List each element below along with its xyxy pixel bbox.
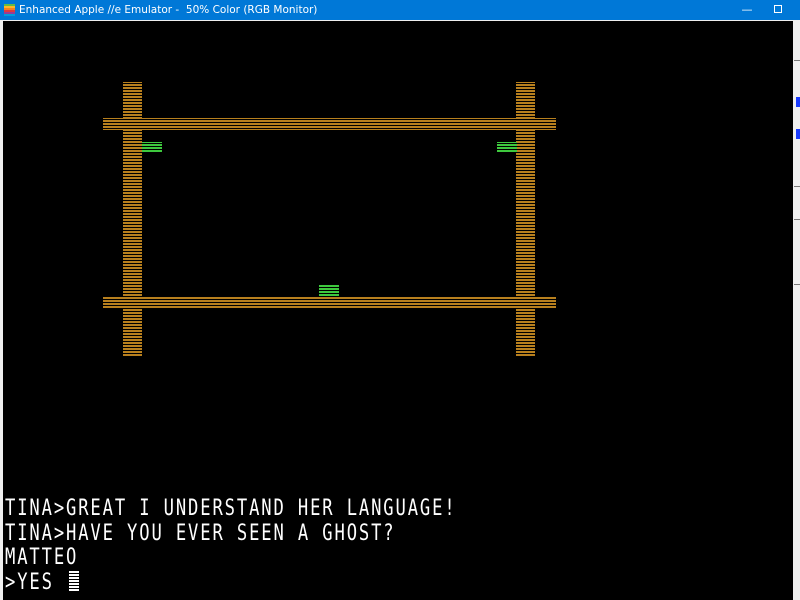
maximize-button[interactable] [764,0,794,20]
panel-indicator [796,97,800,107]
minimize-button[interactable]: — [732,0,762,20]
panel-divider [794,219,800,220]
console-line: TINA>HAVE YOU EVER SEEN A GHOST? [5,520,396,546]
maximize-icon [774,5,782,13]
fence-rail-top [103,118,556,130]
console-line: MATTEO [5,545,79,570]
apple-logo-icon [4,4,15,16]
panel-divider [794,284,800,285]
text-console: TINA>GREAT I UNDERSTAND HER LANGUAGE! TI… [5,497,793,595]
ghost-sprite-right [497,142,517,153]
ghost-sprite-left [142,142,162,153]
ghost-sprite-bottom [319,285,339,296]
emulator-screen[interactable]: TINA>GREAT I UNDERSTAND HER LANGUAGE! TI… [3,21,793,600]
panel-divider [794,186,800,187]
window-title: Enhanced Apple //e Emulator - 50% Color … [19,4,318,16]
console-line: TINA>GREAT I UNDERSTAND HER LANGUAGE! [5,496,457,521]
panel-indicator [796,129,800,139]
text-cursor [68,570,79,591]
panel-divider [794,60,800,61]
game-graphics [103,82,556,357]
console-input[interactable]: >YES [5,570,54,595]
console-input-line[interactable]: >YES [5,570,793,596]
title-bar[interactable]: Enhanced Apple //e Emulator - 50% Color … [0,0,800,20]
side-panel [794,21,800,600]
fence-rail-bottom [103,296,556,308]
